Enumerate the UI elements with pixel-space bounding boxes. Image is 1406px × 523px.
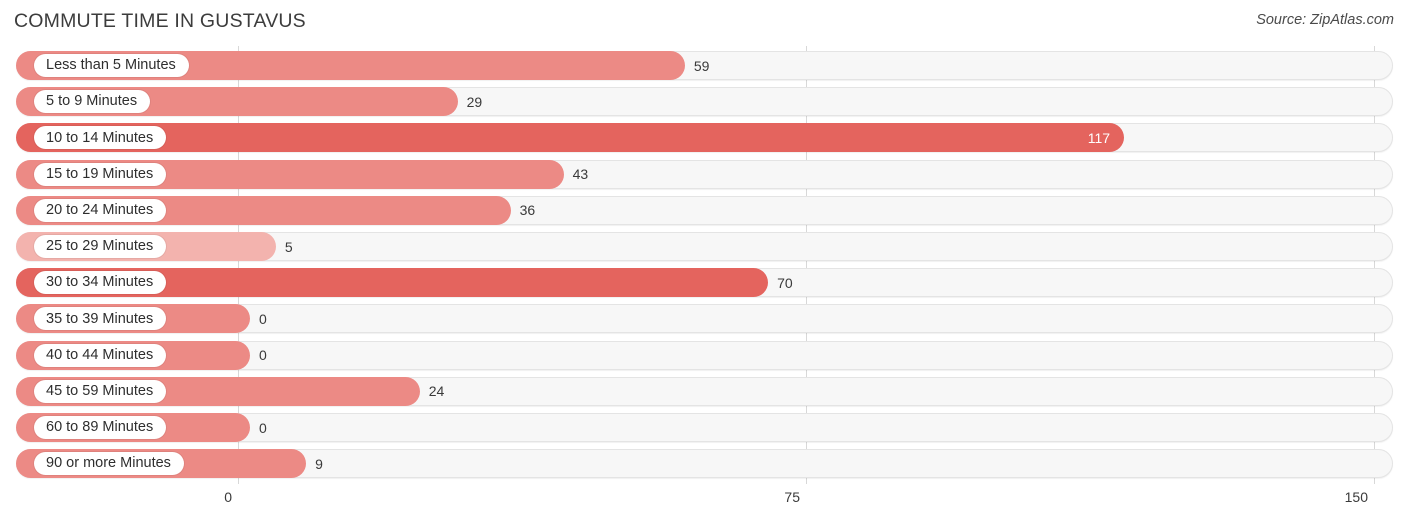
bar-value-label: 0 — [259, 347, 267, 364]
bar-value-label: 43 — [572, 166, 589, 183]
bar-rows: Less than 5 Minutes 59 5 to 9 Minutes 29 10 … — [0, 46, 1406, 484]
category-label: 45 to 59 Minutes — [46, 383, 154, 400]
category-label: 90 or more Minutes — [46, 455, 171, 472]
category-label: 15 to 19 Minutes — [46, 165, 154, 182]
category-label: Less than 5 Minutes — [46, 57, 176, 74]
bar-value-label: 24 — [428, 383, 445, 400]
category-label-pill: 20 to 24 Minutes — [34, 198, 167, 222]
bar-value-label: 5 — [284, 238, 293, 255]
table-row[interactable]: 20 to 24 Minutes 36 — [16, 195, 1393, 225]
category-label-pill: Less than 5 Minutes — [34, 54, 189, 77]
table-row[interactable]: 35 to 39 Minutes 0 — [16, 304, 1393, 334]
bar-value-label: 59 — [693, 57, 710, 74]
table-row[interactable]: 90 or more Minutes 9 — [16, 449, 1393, 479]
table-row[interactable]: 40 to 44 Minutes 0 — [16, 340, 1393, 370]
table-row[interactable]: 10 to 14 Minutes 117 — [16, 123, 1393, 153]
category-label: 60 to 89 Minutes — [46, 419, 154, 436]
category-label-pill: 60 to 89 Minutes — [34, 416, 167, 439]
x-axis-tick-150: 150 — [1344, 489, 1368, 505]
chart-plot-area: Less than 5 Minutes 59 5 to 9 Minutes 29 10 … — [0, 46, 1406, 484]
category-label: 10 to 14 Minutes — [46, 129, 154, 146]
category-label: 35 to 39 Minutes — [46, 310, 154, 327]
table-row[interactable]: 15 to 19 Minutes 43 — [16, 159, 1393, 189]
category-label-pill: 30 to 34 Minutes — [34, 271, 167, 295]
category-label-pill: 90 or more Minutes — [34, 452, 184, 476]
source-attribution: Source: ZipAtlas.com — [1256, 12, 1394, 28]
bar-value-label: 70 — [777, 274, 793, 291]
category-label-pill: 45 to 59 Minutes — [34, 379, 167, 403]
category-label: 25 to 29 Minutes — [46, 238, 154, 255]
bar-value-label: 36 — [519, 202, 536, 219]
category-label: 5 to 9 Minutes — [46, 93, 138, 110]
category-label: 30 to 34 Minutes — [46, 274, 154, 291]
bar-fill — [16, 123, 1125, 153]
category-label-pill: 5 to 9 Minutes — [34, 90, 151, 114]
category-label-pill: 40 to 44 Minutes — [34, 343, 167, 367]
x-axis-tick-0: 0 — [224, 489, 232, 505]
bar-value-label: 0 — [259, 310, 267, 327]
table-row[interactable]: 60 to 89 Minutes 0 — [16, 413, 1393, 442]
page-title: COMMUTE TIME IN GUSTAVUS — [14, 10, 306, 32]
table-row[interactable]: 5 to 9 Minutes 29 — [16, 87, 1393, 117]
category-label-pill: 35 to 39 Minutes — [34, 307, 167, 331]
table-row[interactable]: 45 to 59 Minutes 24 — [16, 376, 1393, 406]
bar-value-label: 0 — [259, 419, 267, 436]
table-row[interactable]: Less than 5 Minutes 59 — [16, 51, 1393, 80]
category-label: 20 to 24 Minutes — [46, 202, 154, 219]
category-label-pill: 25 to 29 Minutes — [34, 235, 167, 258]
category-label-pill: 15 to 19 Minutes — [34, 162, 167, 186]
chart-header: COMMUTE TIME IN GUSTAVUS Source: ZipAtla… — [0, 0, 1406, 46]
x-axis: 0 75 150 — [0, 484, 1406, 523]
bar-value-label: 29 — [466, 93, 483, 110]
table-row[interactable]: 25 to 29 Minutes 5 — [16, 232, 1393, 261]
table-row[interactable]: 30 to 34 Minutes 70 — [16, 268, 1393, 298]
x-axis-tick-75: 75 — [784, 489, 800, 505]
category-label: 40 to 44 Minutes — [46, 346, 154, 363]
bar-value-label: 117 — [1087, 129, 1111, 146]
category-label-pill: 10 to 14 Minutes — [34, 126, 167, 150]
bar-value-label: 9 — [315, 455, 323, 472]
